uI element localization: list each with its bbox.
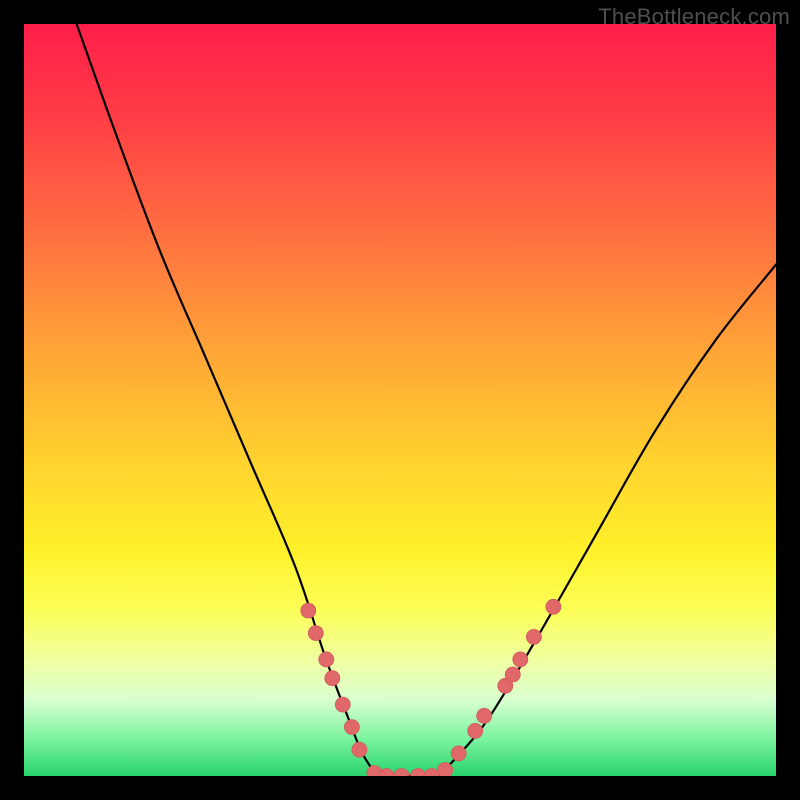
curve-marker: [394, 769, 409, 777]
curve-marker: [411, 769, 426, 777]
curve-marker: [505, 667, 520, 682]
watermark-label: TheBottleneck.com: [598, 4, 790, 30]
curve-marker: [477, 708, 492, 723]
bottleneck-curve: [77, 24, 776, 776]
curve-marker: [308, 626, 323, 641]
curve-marker: [438, 763, 453, 777]
curve-marker: [468, 723, 483, 738]
chart-plot-area: [24, 24, 776, 776]
chart-frame: TheBottleneck.com: [0, 0, 800, 800]
curve-marker: [513, 652, 528, 667]
curve-marker: [301, 603, 316, 618]
chart-svg: [24, 24, 776, 776]
curve-marker: [325, 671, 340, 686]
curve-marker: [424, 769, 439, 777]
curve-marker: [344, 720, 359, 735]
curve-marker: [352, 742, 367, 757]
curve-marker: [335, 697, 350, 712]
curve-marker: [546, 599, 561, 614]
curve-marker: [319, 652, 334, 667]
curve-marker: [451, 746, 466, 761]
curve-marker: [526, 629, 541, 644]
curve-markers: [301, 599, 561, 776]
